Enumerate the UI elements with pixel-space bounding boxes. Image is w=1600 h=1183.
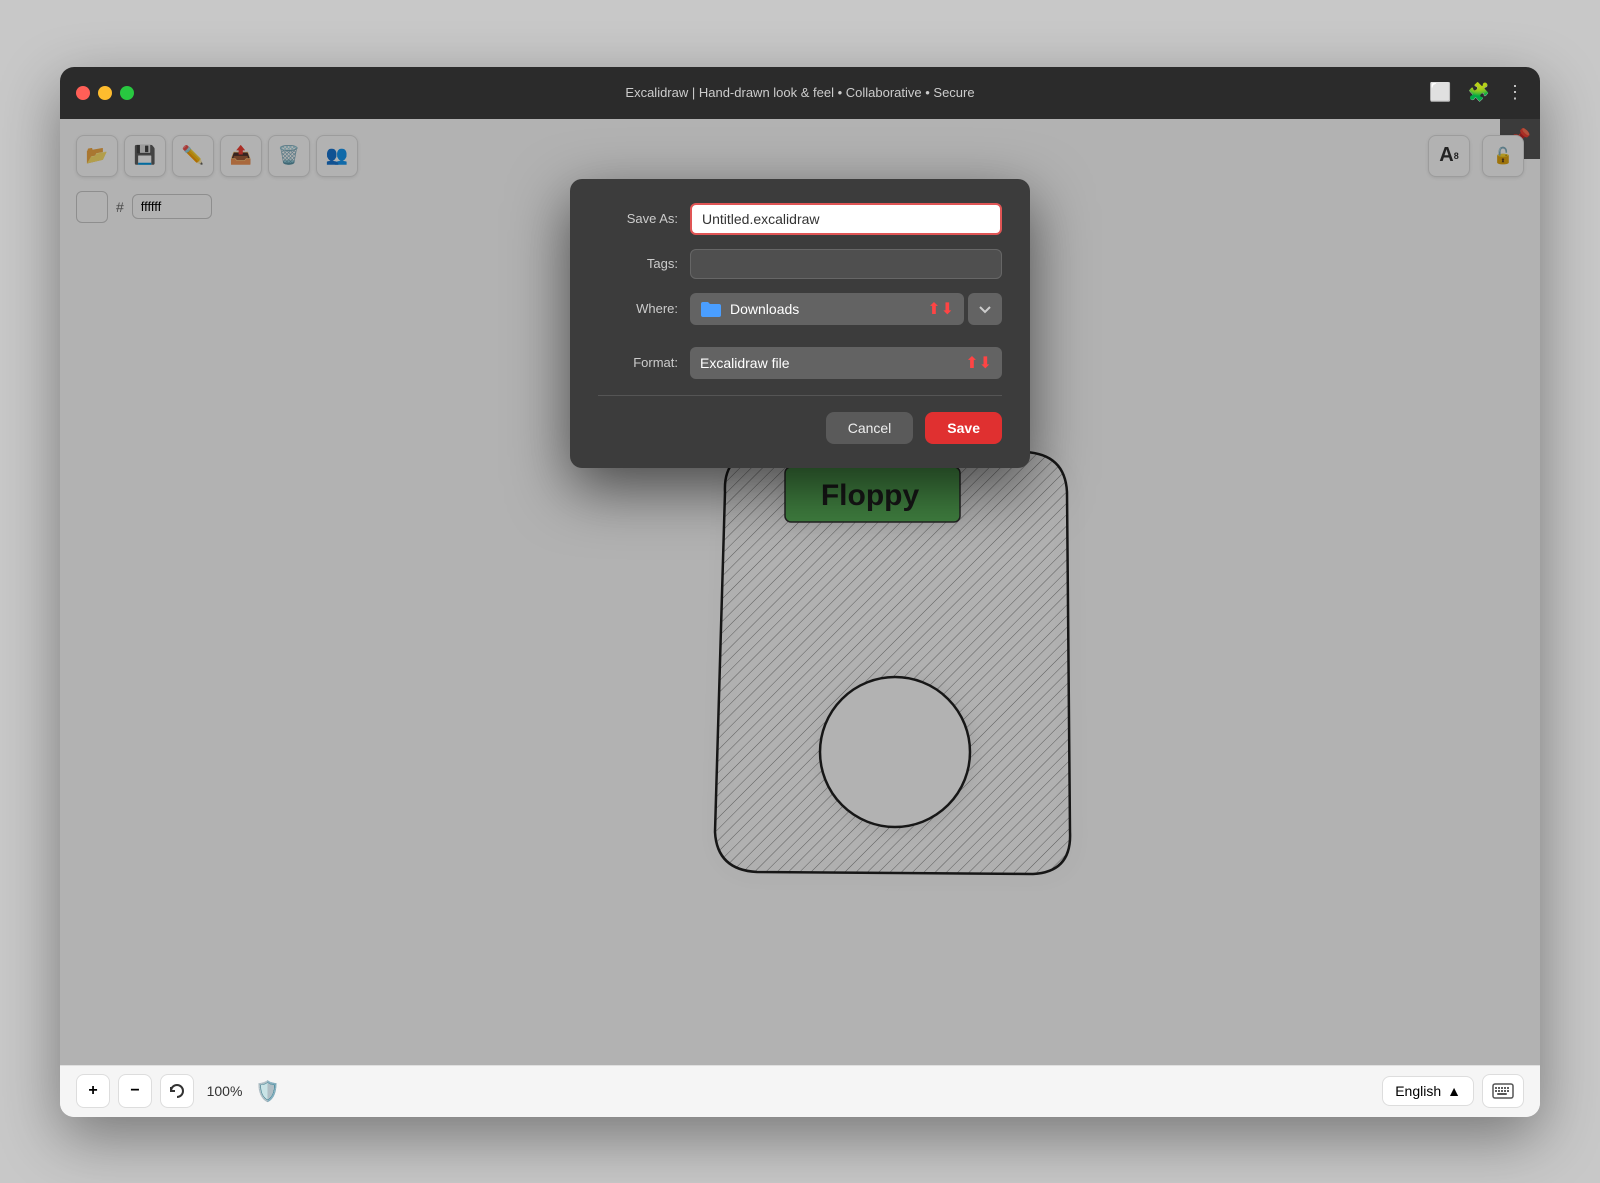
bottom-right: English ▲ bbox=[1382, 1074, 1524, 1108]
language-label: English bbox=[1395, 1083, 1441, 1099]
close-button[interactable] bbox=[76, 86, 90, 100]
maximize-button[interactable] bbox=[120, 86, 134, 100]
canvas-area: 📂 💾 ✏️ 📤 🗑️ 👥 # A8 🔓 📌 bbox=[60, 119, 1540, 1065]
modal-overlay: Save As: Tags: Where: bbox=[60, 119, 1540, 1065]
traffic-lights bbox=[76, 86, 134, 100]
tags-label: Tags: bbox=[598, 256, 678, 271]
dialog-divider bbox=[598, 395, 1002, 396]
format-value: Excalidraw file bbox=[700, 355, 789, 371]
keyboard-button[interactable] bbox=[1482, 1074, 1524, 1108]
minimize-button[interactable] bbox=[98, 86, 112, 100]
save-button[interactable]: Save bbox=[925, 412, 1002, 444]
extensions-icon[interactable]: 🧩 bbox=[1468, 82, 1490, 103]
title-bar-right: ⬜ 🧩 ⋮ bbox=[1429, 82, 1524, 103]
language-select[interactable]: English ▲ bbox=[1382, 1076, 1474, 1106]
where-value: Downloads bbox=[730, 301, 799, 317]
app-window: Excalidraw | Hand-drawn look & feel • Co… bbox=[60, 67, 1540, 1117]
zoom-level: 100% bbox=[202, 1083, 247, 1099]
chevron-down-icon bbox=[978, 302, 992, 316]
folder-icon bbox=[700, 300, 722, 318]
share-icon[interactable]: ⬜ bbox=[1429, 82, 1451, 103]
where-updown-icon: ⬆⬇ bbox=[927, 299, 954, 319]
where-label: Where: bbox=[598, 301, 678, 316]
bottom-toolbar: + − 100% 🛡️ English ▲ bbox=[60, 1065, 1540, 1117]
menu-icon[interactable]: ⋮ bbox=[1506, 82, 1524, 103]
zoom-reset-button[interactable] bbox=[160, 1074, 194, 1108]
where-select-wrapper: Downloads ⬆⬇ bbox=[690, 293, 1002, 325]
language-arrow: ▲ bbox=[1447, 1083, 1461, 1099]
title-bar: Excalidraw | Hand-drawn look & feel • Co… bbox=[60, 67, 1540, 119]
keyboard-icon bbox=[1492, 1083, 1514, 1099]
where-row: Where: Downloads ⬆⬇ bbox=[598, 293, 1002, 325]
format-label: Format: bbox=[598, 355, 678, 370]
shield-icon: 🛡️ bbox=[255, 1079, 280, 1104]
tags-input[interactable] bbox=[690, 249, 1002, 279]
where-dropdown[interactable]: Downloads ⬆⬇ bbox=[690, 293, 964, 325]
format-dropdown[interactable]: Excalidraw file ⬆⬇ bbox=[690, 347, 1002, 379]
save-as-row: Save As: bbox=[598, 203, 1002, 235]
format-row: Format: Excalidraw file ⬆⬇ bbox=[598, 347, 1002, 379]
cancel-button[interactable]: Cancel bbox=[826, 412, 914, 444]
save-as-label: Save As: bbox=[598, 211, 678, 226]
tags-row: Tags: bbox=[598, 249, 1002, 279]
bottom-left: + − 100% 🛡️ bbox=[76, 1074, 280, 1108]
zoom-out-button[interactable]: − bbox=[118, 1074, 152, 1108]
zoom-in-button[interactable]: + bbox=[76, 1074, 110, 1108]
reset-icon bbox=[168, 1082, 186, 1100]
dialog-buttons: Cancel Save bbox=[598, 412, 1002, 444]
where-expand-button[interactable] bbox=[968, 293, 1002, 325]
save-dialog: Save As: Tags: Where: bbox=[570, 179, 1030, 468]
window-title: Excalidraw | Hand-drawn look & feel • Co… bbox=[625, 85, 974, 100]
format-updown-icon: ⬆⬇ bbox=[965, 353, 992, 373]
format-select-wrapper: Excalidraw file ⬆⬇ bbox=[690, 347, 1002, 379]
save-as-input[interactable] bbox=[690, 203, 1002, 235]
